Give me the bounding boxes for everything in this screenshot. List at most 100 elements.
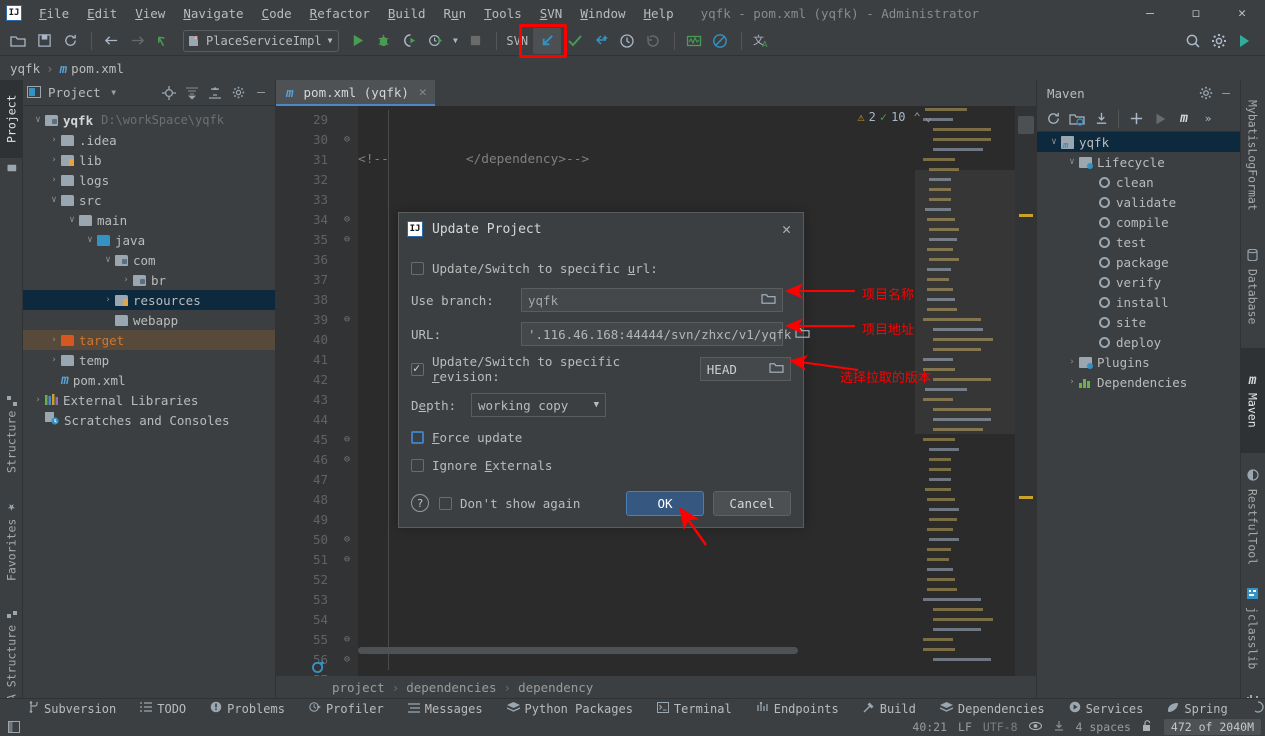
menu-run[interactable]: Run (435, 3, 476, 24)
chevron-right-icon[interactable]: › (1065, 377, 1079, 387)
tree-item-com[interactable]: ∨ com (23, 250, 275, 270)
translate-icon[interactable]: 文A (749, 29, 773, 53)
fold-marker[interactable]: ⊖ (336, 450, 358, 470)
chevron-down-icon[interactable]: ▼ (104, 83, 124, 103)
fold-marker[interactable] (336, 510, 358, 530)
profile-icon[interactable] (423, 29, 447, 53)
sidebar-item-structure[interactable]: Structure (0, 380, 23, 485)
update-switch-revision-checkbox[interactable] (411, 361, 424, 376)
svn-diff-icon[interactable] (589, 29, 613, 53)
breadcrumb-project[interactable]: yqfk (10, 61, 40, 76)
download-icon[interactable] (1053, 720, 1065, 735)
file-encoding[interactable]: UTF-8 (983, 720, 1018, 734)
maven-item-yqfk[interactable]: ∨ yqfk (1037, 132, 1240, 152)
tool-button-dependencies[interactable]: Dependencies (939, 701, 1045, 716)
debug-icon[interactable] (371, 29, 395, 53)
tool-button-messages[interactable]: Messages (407, 702, 483, 716)
svn-revert-icon[interactable] (641, 29, 665, 53)
tool-window-layout-icon[interactable] (0, 721, 28, 733)
menu-navigate[interactable]: Navigate (174, 3, 252, 24)
fold-marker[interactable] (336, 570, 358, 590)
locate-icon[interactable] (159, 83, 179, 103)
fold-marker[interactable] (336, 190, 358, 210)
maven-goal-compile[interactable]: compile (1037, 212, 1240, 232)
fold-marker[interactable] (336, 370, 358, 390)
maven-goal-verify[interactable]: verify (1037, 272, 1240, 292)
svn-commit-icon[interactable] (563, 29, 587, 53)
ignore-externals-checkbox[interactable] (411, 458, 424, 472)
gear-icon[interactable] (1196, 83, 1216, 103)
tool-button-problems[interactable]: Problems (210, 701, 285, 716)
no-entry-icon[interactable] (708, 29, 732, 53)
run-icon[interactable] (1149, 109, 1171, 129)
sidebar-item-jclasslib[interactable]: jclasslib (1240, 580, 1265, 678)
plot-icon[interactable] (682, 29, 706, 53)
back-arrow-icon[interactable] (99, 29, 123, 53)
fold-marker[interactable] (336, 330, 358, 350)
minimize-icon[interactable]: — (251, 83, 271, 103)
fold-marker[interactable]: ⊖ (336, 230, 358, 250)
fold-marker[interactable]: ⊖ (336, 530, 358, 550)
fold-marker[interactable] (336, 350, 358, 370)
tool-button-endpoints[interactable]: Endpoints (756, 701, 839, 716)
fold-marker[interactable] (336, 610, 358, 630)
profile-dropdown-icon[interactable]: ▼ (449, 29, 461, 53)
reload-icon[interactable] (1042, 109, 1064, 129)
menu-view[interactable]: View (126, 3, 174, 24)
menu-file[interactable]: File (30, 3, 78, 24)
run-with-coverage-icon[interactable] (397, 29, 421, 53)
caret-position[interactable]: 40:21 (912, 720, 947, 734)
maven-goal-validate[interactable]: validate (1037, 192, 1240, 212)
menu-code[interactable]: Code (253, 3, 301, 24)
dont-show-again-checkbox[interactable] (439, 496, 452, 510)
chevron-right-icon[interactable]: › (1065, 357, 1079, 367)
tree-item-webapp[interactable]: webapp (23, 310, 275, 330)
maven-item-lifecycle[interactable]: ∨ Lifecycle (1037, 152, 1240, 172)
chevron-right-icon[interactable]: › (31, 395, 45, 405)
fold-marker[interactable] (336, 410, 358, 430)
fold-marker[interactable] (336, 250, 358, 270)
chevron-down-icon[interactable]: ∨ (31, 115, 45, 125)
cancel-button[interactable]: Cancel (713, 490, 791, 516)
menu-svn[interactable]: SVN (531, 3, 572, 24)
sidebar-item-restfultool[interactable]: RestfulTool (1240, 458, 1265, 576)
tool-button-terminal[interactable]: Terminal (656, 701, 732, 716)
maven-dependency-gutter-icon[interactable] (312, 658, 325, 676)
tree-item-target[interactable]: › target (23, 330, 275, 350)
close-icon[interactable]: ✕ (419, 85, 427, 100)
account-icon[interactable] (1233, 29, 1257, 53)
fold-marker[interactable]: ⊖ (336, 130, 358, 150)
fold-marker[interactable]: ⊖ (336, 430, 358, 450)
maven-goal-install[interactable]: install (1037, 292, 1240, 312)
horizontal-scrollbar[interactable] (358, 647, 798, 654)
tool-button-spring[interactable]: Spring (1167, 702, 1228, 716)
memory-indicator[interactable]: 472 of 2040M (1163, 719, 1261, 735)
url-field[interactable]: '.116.46.168:44444/svn/zhxc/v1/yqfk (521, 322, 810, 346)
fold-marker[interactable]: ⊖ (336, 210, 358, 230)
tree-item-yqfk[interactable]: ∨ yqfk D:\workSpace\yqfk (23, 110, 275, 130)
chevron-down-icon[interactable]: ∨ (65, 215, 79, 225)
line-separator[interactable]: LF (958, 720, 972, 734)
tool-button-profiler[interactable]: Profiler (309, 701, 384, 716)
chevron-right-more-icon[interactable]: » (1197, 109, 1219, 129)
tab-pom-xml[interactable]: m pom.xml (yqfk) ✕ (276, 80, 435, 106)
tree-item-temp[interactable]: › temp (23, 350, 275, 370)
chevron-down-icon[interactable]: ∨ (83, 235, 97, 245)
minimap-viewport[interactable] (915, 170, 1015, 434)
maven-goal-deploy[interactable]: deploy (1037, 332, 1240, 352)
tool-button-subversion[interactable]: Subversion (28, 701, 116, 716)
browse-folder-icon[interactable] (791, 326, 814, 343)
plus-icon[interactable] (1125, 109, 1147, 129)
fold-marker[interactable] (336, 590, 358, 610)
chevron-right-icon[interactable]: › (47, 135, 61, 145)
search-icon[interactable] (1181, 29, 1205, 53)
fold-marker[interactable]: ⊖ (336, 630, 358, 650)
tree-item-pom-xml[interactable]: m pom.xml (23, 370, 275, 390)
stripe-viewport[interactable] (1018, 116, 1034, 134)
tree-item-lib[interactable]: › lib (23, 150, 275, 170)
save-icon[interactable] (32, 29, 56, 53)
fold-marker[interactable] (336, 470, 358, 490)
download-sources-icon[interactable] (1090, 109, 1112, 129)
fold-marker[interactable] (336, 490, 358, 510)
fold-marker[interactable]: ⊖ (336, 650, 358, 670)
